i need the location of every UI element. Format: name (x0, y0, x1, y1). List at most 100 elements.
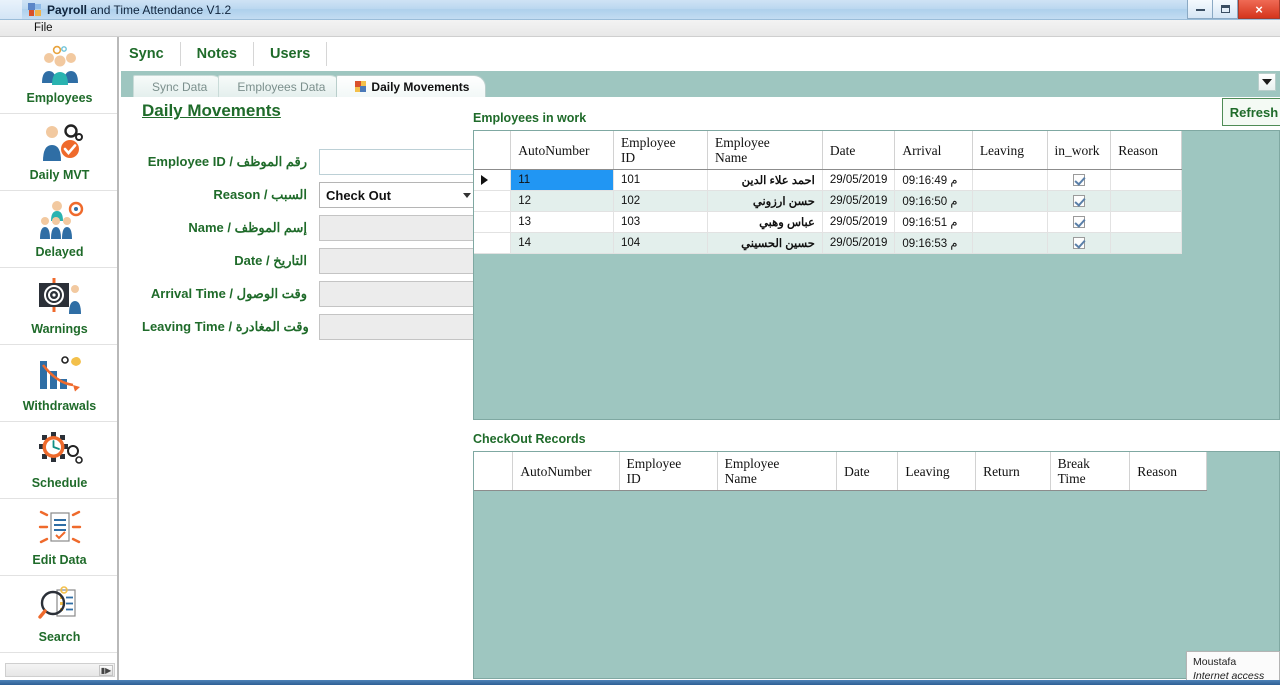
checkbox-checked-icon[interactable] (1072, 237, 1085, 250)
cell-employee-id[interactable]: 102 (613, 190, 708, 213)
sidebar-item-delayed[interactable]: Delayed (0, 191, 117, 268)
table-row[interactable]: 14 104 حسين الحسيني 29/05/2019 09:16:53 م (474, 232, 1182, 255)
col-employee-name[interactable]: Employee Name (717, 452, 838, 492)
cell-employee-name[interactable]: حسين الحسيني (707, 232, 823, 255)
table-row[interactable]: 12 102 حسن ارزوني 29/05/2019 09:16:50 م (474, 190, 1182, 213)
leaving-time-input[interactable] (319, 314, 479, 340)
cell-reason[interactable] (1110, 211, 1182, 234)
cell-leaving[interactable] (972, 211, 1048, 234)
col-autonumber[interactable]: AutoNumber (512, 452, 620, 492)
cell-autonumber[interactable]: 14 (510, 232, 614, 255)
cell-arrival[interactable]: 09:16:51 م (894, 211, 973, 234)
tab-daily-movements[interactable]: Daily Movements (336, 75, 487, 97)
table-row[interactable]: 13 103 عباس وهبي 29/05/2019 09:16:51 م (474, 211, 1182, 234)
col-employee-id[interactable]: Employee ID (613, 131, 708, 171)
col-date[interactable]: Date (836, 452, 899, 492)
row-selector-cell[interactable] (474, 190, 512, 213)
cell-date[interactable]: 29/05/2019 (822, 169, 896, 192)
col-in-work[interactable]: in_work (1047, 131, 1112, 171)
employees-in-work-title: Employees in work (473, 111, 587, 125)
cell-leaving[interactable] (972, 169, 1048, 192)
cell-in-work-checkbox[interactable] (1047, 211, 1112, 234)
arrival-time-input[interactable] (319, 281, 479, 307)
cell-arrival[interactable]: 09:16:49 م (894, 169, 973, 192)
cell-in-work-checkbox[interactable] (1047, 169, 1112, 192)
tab-overflow-button[interactable] (1258, 73, 1276, 91)
col-date[interactable]: Date (822, 131, 896, 171)
form-row-leaving-time: Leaving Time / وقت المغادرة (142, 312, 492, 342)
col-reason[interactable]: Reason (1129, 452, 1207, 492)
cell-employee-name[interactable]: عباس وهبي (707, 211, 823, 234)
col-label: Employee ID (626, 456, 682, 487)
minimize-button[interactable] (1187, 0, 1213, 19)
employees-in-work-grid[interactable]: AutoNumber Employee ID Employee Name Dat… (473, 130, 1280, 420)
checkout-records-grid[interactable]: AutoNumber Employee ID Employee Name Dat… (473, 451, 1280, 679)
checkbox-checked-icon[interactable] (1072, 195, 1085, 208)
checkout-records-section: CheckOut Records AutoNumber Employee ID … (473, 432, 1280, 679)
tab-employees-data[interactable]: Employees Data (218, 75, 343, 97)
col-leaving[interactable]: Leaving (897, 452, 977, 492)
sidebar-item-label: Employees (26, 91, 93, 105)
employees-group-icon (35, 45, 85, 89)
cell-in-work-checkbox[interactable] (1047, 190, 1112, 213)
row-selector-cell[interactable] (474, 169, 512, 192)
col-employee-name[interactable]: Employee Name (707, 131, 823, 171)
col-employee-id[interactable]: Employee ID (619, 452, 718, 492)
nav-button-users[interactable]: Users (254, 42, 328, 66)
sidebar-horizontal-scrollbar[interactable]: ▮▶ (5, 663, 115, 677)
cell-date[interactable]: 29/05/2019 (822, 211, 896, 234)
table-row[interactable]: 11 101 احمد علاء الدين 29/05/2019 09:16:49 م (474, 169, 1182, 192)
col-reason[interactable]: Reason (1110, 131, 1182, 171)
sidebar-item-schedule[interactable]: Schedule (0, 422, 117, 499)
name-input[interactable] (319, 215, 479, 241)
sidebar-item-warnings[interactable]: Warnings (0, 268, 117, 345)
row-selector-cell[interactable] (474, 211, 512, 234)
scroll-right-icon[interactable]: ▮▶ (99, 665, 113, 676)
cell-arrival[interactable]: 09:16:53 م (894, 232, 973, 255)
checkbox-checked-icon[interactable] (1072, 174, 1085, 187)
sidebar-item-edit-data[interactable]: Edit Data (0, 499, 117, 576)
cell-employee-name[interactable]: حسن ارزوني (707, 190, 823, 213)
cell-employee-id[interactable]: 101 (613, 169, 708, 192)
tab-sync-data[interactable]: Sync Data (133, 75, 225, 97)
col-return[interactable]: Return (975, 452, 1051, 492)
cell-in-work-checkbox[interactable] (1047, 232, 1112, 255)
col-leaving[interactable]: Leaving (972, 131, 1048, 171)
row-selector-header (474, 131, 512, 171)
row-selector-cell[interactable] (474, 232, 512, 255)
maximize-button[interactable] (1212, 0, 1238, 19)
cell-date[interactable]: 29/05/2019 (822, 190, 896, 213)
sidebar-item-withdrawals[interactable]: Withdrawals (0, 345, 117, 422)
col-autonumber[interactable]: AutoNumber (510, 131, 614, 171)
window-titlebar: Payroll and Time Attendance V1.2 × (0, 0, 1280, 20)
cell-arrival[interactable]: 09:16:50 م (894, 190, 973, 213)
cell-autonumber[interactable]: 11 (510, 169, 614, 192)
cell-employee-name[interactable]: احمد علاء الدين (707, 169, 823, 192)
network-name: Moustafa (1193, 656, 1237, 668)
reason-select[interactable]: Check Out (319, 182, 479, 208)
cell-date[interactable]: 29/05/2019 (822, 232, 896, 255)
menu-item-file[interactable]: File (26, 22, 61, 34)
cell-reason[interactable] (1110, 232, 1182, 255)
sidebar-item-label: Daily MVT (29, 168, 90, 182)
nav-button-sync[interactable]: Sync (121, 42, 181, 66)
checkbox-checked-icon[interactable] (1072, 216, 1085, 229)
cell-autonumber[interactable]: 12 (510, 190, 614, 213)
cell-reason[interactable] (1110, 169, 1182, 192)
cell-autonumber[interactable]: 13 (510, 211, 614, 234)
cell-employee-id[interactable]: 103 (613, 211, 708, 234)
cell-leaving[interactable] (972, 190, 1048, 213)
date-input[interactable] (319, 248, 479, 274)
cell-reason[interactable] (1110, 190, 1182, 213)
sidebar-item-daily-mvt[interactable]: Daily MVT (0, 114, 117, 191)
cell-leaving[interactable] (972, 232, 1048, 255)
reason-selected-value: Check Out (326, 187, 392, 203)
close-button[interactable]: × (1238, 0, 1280, 19)
col-break-time[interactable]: Break Time (1050, 452, 1131, 492)
cell-employee-id[interactable]: 104 (613, 232, 708, 255)
sidebar-item-employees[interactable]: Employees (0, 37, 117, 114)
col-arrival[interactable]: Arrival (894, 131, 973, 171)
employee-id-input[interactable] (319, 149, 479, 175)
nav-button-notes[interactable]: Notes (181, 42, 254, 66)
sidebar-item-search[interactable]: Search (0, 576, 117, 653)
